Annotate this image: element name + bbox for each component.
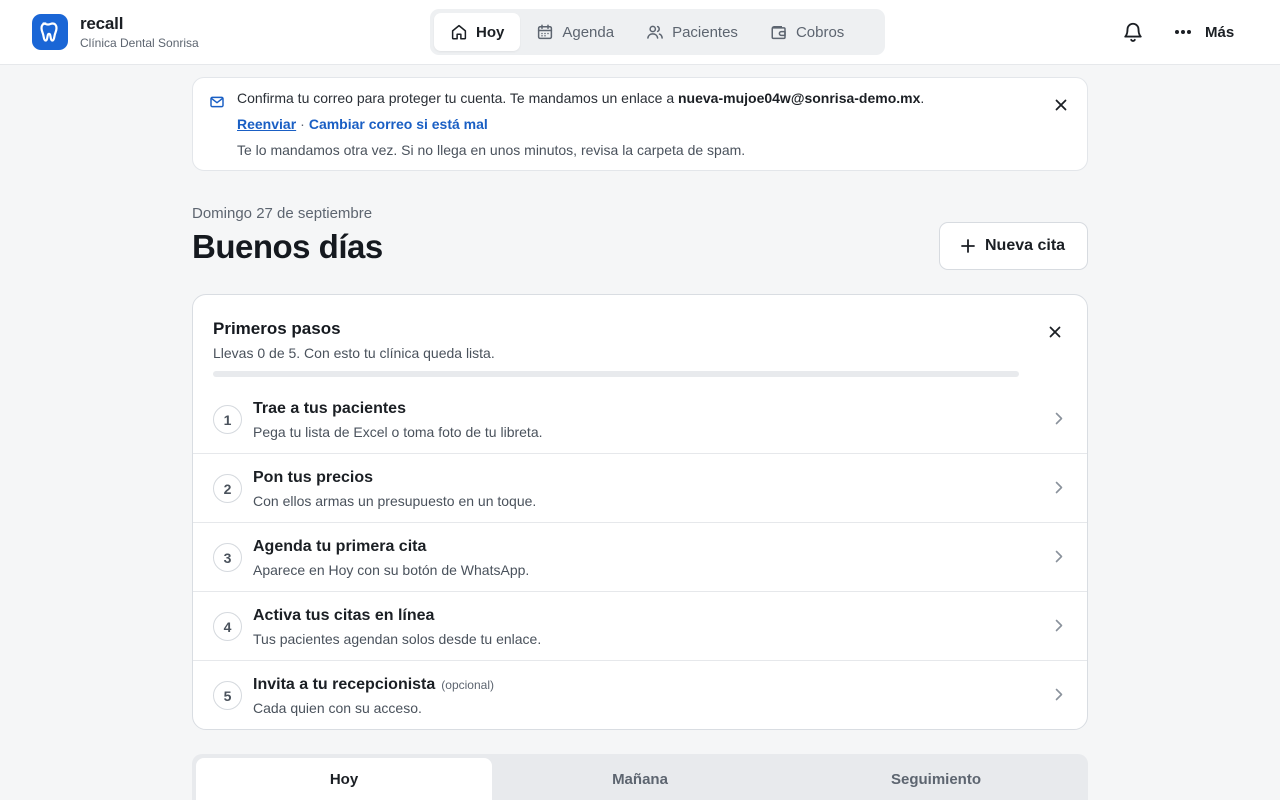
close-icon: [1049, 326, 1061, 338]
step-title-text: Agenda tu primera cita: [253, 538, 427, 555]
more-dots-icon: [1175, 30, 1191, 34]
nav-item-pacientes[interactable]: Pacientes: [630, 13, 754, 51]
chevron-right-icon: [1055, 412, 1063, 425]
chevron-right-icon: [1055, 619, 1063, 632]
email-confirm-banner: Confirma tu correo para proteger tu cuen…: [192, 77, 1088, 171]
top-bar: recall Clínica Dental Sonrisa Hoy Agenda…: [0, 0, 1280, 65]
tab-manana[interactable]: Mañana: [492, 758, 788, 800]
step-import-patients[interactable]: 1 Trae a tus pacientes Pega tu lista de …: [193, 385, 1087, 454]
nav-item-label: Cobros: [795, 23, 845, 41]
plus-icon: [961, 239, 975, 253]
nav-item-hoy[interactable]: Hoy: [434, 13, 521, 51]
more-label: Más: [1205, 23, 1235, 41]
step-first-appointment[interactable]: 3 Agenda tu primera cita Aparece en Hoy …: [193, 522, 1087, 591]
step-number: 3: [213, 543, 242, 572]
mail-icon: [210, 96, 224, 108]
step-title-text: Trae a tus pacientes: [253, 400, 406, 417]
chevron-right-icon: [1055, 688, 1063, 701]
brand[interactable]: recall Clínica Dental Sonrisa: [32, 14, 199, 50]
tab-seguimiento[interactable]: Seguimiento: [788, 758, 1084, 800]
step-number: 5: [213, 681, 242, 710]
step-subtitle: Con ellos armas un presupuesto en un toq…: [253, 493, 537, 509]
tooth-logo-icon: [32, 14, 68, 50]
step-title-text: Activa tus citas en línea: [253, 607, 435, 624]
step-subtitle: Pega tu lista de Excel o toma foto de tu…: [253, 424, 543, 440]
step-title-text: Invita a tu recepcionista: [253, 676, 436, 693]
new-appointment-button[interactable]: Nueva cita: [939, 222, 1088, 270]
step-set-prices[interactable]: 2 Pon tus precios Con ellos armas un pre…: [193, 453, 1087, 522]
wallet-icon: [771, 26, 786, 40]
onboarding-card: Primeros pasos Llevas 0 de 5. Con esto t…: [192, 294, 1088, 730]
step-subtitle: Aparece en Hoy con su botón de WhatsApp.: [253, 562, 530, 578]
email-note: Te lo mandamos otra vez. Si no llega en …: [237, 142, 746, 158]
optional-tag: (opcional): [441, 678, 494, 692]
onboarding-title: Primeros pasos: [213, 319, 341, 338]
email-message: Confirma tu correo para proteger tu cuen…: [237, 90, 924, 106]
step-title: Trae a tus pacientes: [253, 400, 406, 418]
new-appointment-label: Nueva cita: [985, 237, 1066, 254]
bell-icon: [1124, 22, 1142, 42]
chevron-right-icon: [1055, 481, 1063, 494]
nav-item-label: Agenda: [562, 23, 615, 41]
more-menu-button[interactable]: Más: [1174, 20, 1234, 44]
onboarding-progress-bar: [213, 371, 1019, 377]
onboarding-subtitle: Llevas 0 de 5. Con esto tu clínica queda…: [213, 345, 495, 361]
step-title: Activa tus citas en línea: [253, 607, 434, 625]
step-online-booking[interactable]: 4 Activa tus citas en línea Tus paciente…: [193, 591, 1087, 660]
step-subtitle: Cada quien con su acceso.: [253, 700, 422, 716]
step-title-text: Pon tus precios: [253, 469, 374, 486]
current-date: Domingo 27 de septiembre: [192, 205, 373, 222]
nav-item-label: Hoy: [476, 23, 505, 41]
main-nav: Hoy Agenda Pacientes Cobros: [430, 9, 885, 55]
nav-item-label: Pacientes: [672, 23, 738, 41]
day-tabs: Hoy Mañana Seguimiento: [192, 754, 1088, 800]
email-message-text: Confirma tu correo para proteger tu cuen…: [237, 90, 675, 106]
chevron-right-icon: [1055, 550, 1063, 563]
email-message-end: .: [920, 90, 925, 106]
email-address: nueva-mujoe04w@sonrisa-demo.mx: [678, 90, 921, 106]
email-actions: Reenviar · Cambiar correo si está mal: [237, 116, 488, 132]
step-subtitle: Tus pacientes agendan solos desde tu enl…: [253, 631, 542, 647]
step-number: 1: [213, 405, 242, 434]
close-icon: [1055, 99, 1067, 111]
app-name: recall: [80, 13, 124, 33]
page-title: Buenos días: [192, 228, 383, 265]
clinic-name: Clínica Dental Sonrisa: [80, 35, 199, 50]
step-number: 4: [213, 612, 242, 641]
notifications-button[interactable]: [1122, 20, 1144, 44]
nav-item-agenda[interactable]: Agenda: [520, 13, 630, 51]
step-invite-receptionist[interactable]: 5 Invita a tu recepcionista (opcional) Ca…: [193, 660, 1087, 729]
close-onboarding-button[interactable]: [1049, 325, 1061, 343]
change-email-link[interactable]: Cambiar correo si está mal: [309, 116, 488, 132]
calendar-icon: [538, 24, 553, 40]
step-title: Agenda tu primera cita: [253, 538, 426, 556]
close-banner-button[interactable]: [1055, 98, 1067, 116]
home-icon: [451, 24, 467, 40]
step-number: 2: [213, 474, 242, 503]
step-title: Invita a tu recepcionista (opcional): [253, 676, 494, 694]
separator: ·: [300, 116, 305, 132]
nav-item-cobros[interactable]: Cobros: [754, 13, 860, 51]
resend-link[interactable]: Reenviar: [237, 116, 296, 132]
step-title: Pon tus precios: [253, 469, 373, 487]
users-icon: [647, 25, 663, 39]
tab-hoy[interactable]: Hoy: [196, 758, 492, 800]
